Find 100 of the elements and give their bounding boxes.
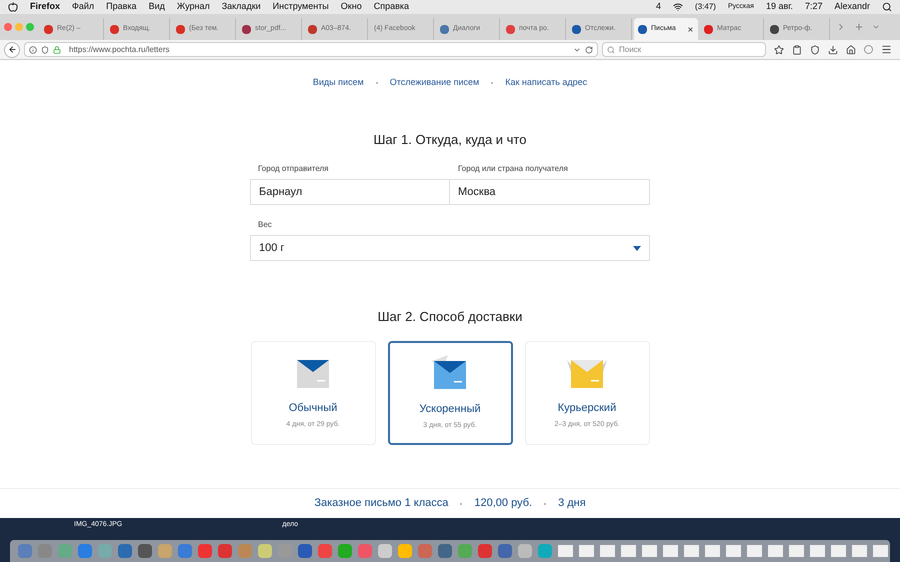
search-icon[interactable] xyxy=(882,2,892,12)
lock-icon xyxy=(53,46,61,54)
window-thumbnail-icon[interactable] xyxy=(600,545,615,557)
menu-item[interactable]: Журнал xyxy=(176,0,210,14)
menu-item[interactable]: Вид xyxy=(148,0,165,14)
field-label: Вес xyxy=(257,219,273,231)
app-menu[interactable]: Firefox xyxy=(30,0,60,14)
menu-icon[interactable] xyxy=(881,44,892,55)
tab-favicon-icon xyxy=(44,24,53,34)
option-title: Ускоренный xyxy=(419,402,481,416)
shield-icon[interactable] xyxy=(41,46,49,54)
app-icon[interactable] xyxy=(538,544,552,558)
info-icon[interactable] xyxy=(29,46,37,54)
window-thumbnail-icon[interactable] xyxy=(726,545,741,557)
app-icon[interactable] xyxy=(518,544,532,558)
address-field[interactable]: https://www.pochta.ru/letters xyxy=(24,42,598,57)
app-icon[interactable] xyxy=(378,544,392,558)
app-icon[interactable] xyxy=(98,544,112,558)
menu-item[interactable]: Правка xyxy=(106,0,137,14)
url-text: https://www.pochta.ru/letters xyxy=(69,44,170,56)
window-thumbnail-icon[interactable] xyxy=(684,545,699,557)
reload-icon[interactable] xyxy=(585,46,593,54)
tab-favicon-icon xyxy=(440,24,449,34)
download-icon[interactable] xyxy=(828,44,838,54)
status-badge[interactable]: 4 xyxy=(656,0,662,14)
user-name[interactable]: Alexandr xyxy=(834,0,870,14)
app-icon[interactable] xyxy=(178,544,192,558)
nav-link[interactable]: Виды писем xyxy=(312,76,364,90)
nav-link[interactable]: Отслеживание писем xyxy=(390,76,480,90)
menu-item[interactable]: Закладки xyxy=(222,0,261,14)
battery-reading[interactable]: (3:47) xyxy=(695,1,716,13)
window-thumbnail-icon[interactable] xyxy=(768,545,783,557)
menu-date: 19 авг. xyxy=(766,0,793,14)
field-label: Город или страна получателя xyxy=(457,163,569,175)
weight-select[interactable]: 100 г xyxy=(250,235,650,261)
menu-item[interactable]: Справка xyxy=(374,0,410,14)
app-icon[interactable] xyxy=(418,544,432,558)
window-thumbnail-icon[interactable] xyxy=(789,545,804,557)
window-thumbnail-icon[interactable] xyxy=(747,545,762,557)
minimize-window-icon[interactable] xyxy=(15,23,23,31)
bookmark-star-icon[interactable] xyxy=(774,44,784,54)
app-icon[interactable] xyxy=(358,544,372,558)
search-placeholder: Поиск xyxy=(619,44,642,56)
window-thumbnail-icon[interactable] xyxy=(642,545,657,557)
window-thumbnail-icon[interactable] xyxy=(810,545,825,557)
home-icon[interactable] xyxy=(846,44,856,54)
sender-city-field[interactable]: Барнаул xyxy=(250,179,450,205)
window-thumbnail-icon[interactable] xyxy=(579,545,594,557)
app-icon[interactable] xyxy=(258,544,272,558)
wifi-icon[interactable] xyxy=(673,2,684,12)
tab-favicon-icon xyxy=(572,24,581,34)
menu-time: 7:27 xyxy=(804,0,822,14)
app-icon[interactable] xyxy=(438,544,452,558)
field-label: Город отправителя xyxy=(257,163,330,175)
app-icon[interactable] xyxy=(498,544,512,558)
tab-favicon-icon xyxy=(506,24,515,34)
menu-item[interactable]: Окно xyxy=(340,0,362,14)
app-icon[interactable] xyxy=(338,544,352,558)
search-field[interactable]: Поиск xyxy=(602,42,766,57)
new-tab-icon[interactable] xyxy=(854,22,864,32)
app-icon[interactable] xyxy=(238,544,252,558)
app-icon[interactable] xyxy=(18,544,32,558)
window-thumbnail-icon[interactable] xyxy=(873,545,888,557)
app-icon[interactable] xyxy=(458,544,472,558)
tab-list-icon[interactable] xyxy=(872,23,880,31)
app-icon[interactable] xyxy=(158,544,172,558)
apple-logo-icon xyxy=(8,2,18,12)
tab-favicon-icon xyxy=(110,24,119,34)
window-thumbnail-icon[interactable] xyxy=(621,545,636,557)
app-icon[interactable] xyxy=(478,544,492,558)
back-button[interactable] xyxy=(4,42,20,58)
summary-text: 3 дня xyxy=(558,496,586,512)
recipient-city-field[interactable]: Москва xyxy=(450,179,650,205)
app-icon[interactable] xyxy=(38,544,52,558)
clipboard-icon[interactable] xyxy=(792,44,802,54)
close-tab-icon[interactable] xyxy=(687,26,694,32)
close-window-icon[interactable] xyxy=(4,23,12,31)
step-heading: Шаг 1. Откуда, куда и что xyxy=(374,130,526,149)
nav-link[interactable]: Как написать адрес xyxy=(505,76,588,90)
app-icon[interactable] xyxy=(58,544,72,558)
tab-favicon-icon xyxy=(176,24,185,34)
window-thumbnail-icon[interactable] xyxy=(831,545,846,557)
tab-favicon-icon xyxy=(242,24,251,34)
app-icon[interactable] xyxy=(118,544,132,558)
app-icon[interactable] xyxy=(298,544,312,558)
app-icon[interactable] xyxy=(398,544,412,558)
search-icon xyxy=(607,46,615,54)
app-icon[interactable] xyxy=(78,544,92,558)
app-icon[interactable] xyxy=(138,544,152,558)
menu-item[interactable]: Файл xyxy=(72,0,94,14)
window-thumbnail-icon[interactable] xyxy=(705,545,720,557)
menu-item[interactable]: Инструменты xyxy=(272,0,329,14)
app-icon[interactable] xyxy=(198,544,212,558)
app-icon[interactable] xyxy=(218,544,232,558)
window-thumbnail-icon[interactable] xyxy=(663,545,678,557)
zoom-window-icon[interactable] xyxy=(26,23,34,31)
app-icon[interactable] xyxy=(318,544,332,558)
window-thumbnail-icon[interactable] xyxy=(852,545,867,557)
summary-text: 120,00 руб. xyxy=(474,496,532,512)
window-thumbnail-icon[interactable] xyxy=(558,545,573,557)
